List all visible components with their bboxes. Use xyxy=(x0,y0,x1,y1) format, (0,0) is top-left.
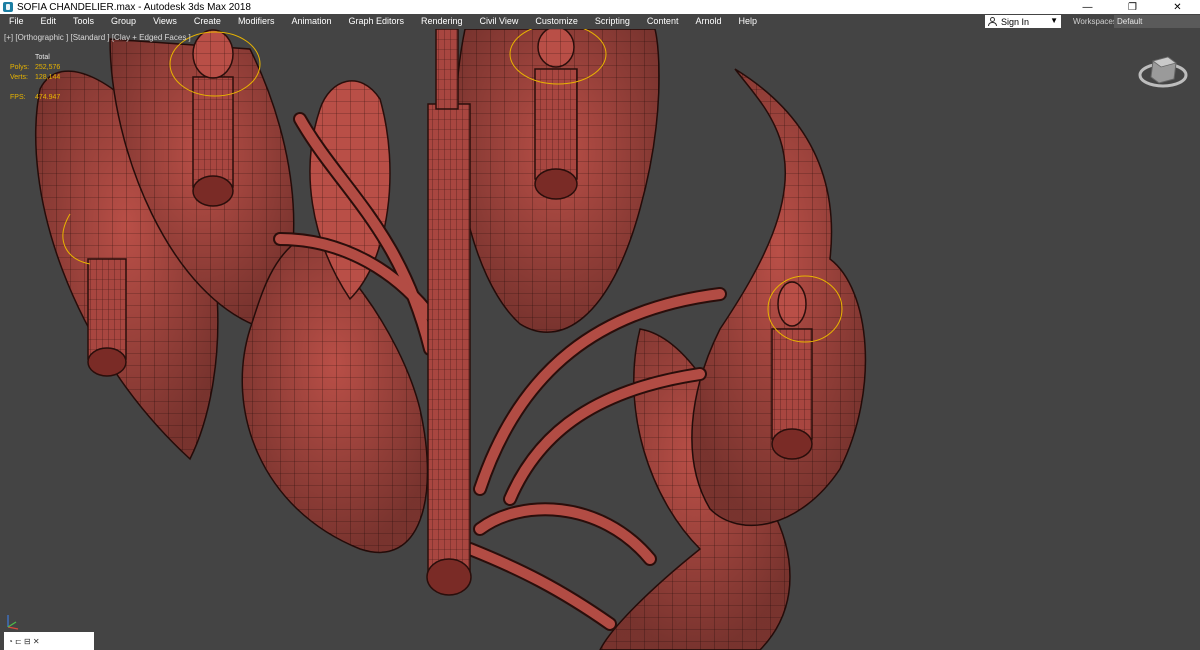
menu-civil-view[interactable]: Civil View xyxy=(471,14,527,29)
status-mini-text: ◔ ⊏ ⊟ ✕ xyxy=(8,636,40,646)
workspaces-label: Workspaces: xyxy=(1073,17,1120,26)
menu-group[interactable]: Group xyxy=(102,14,144,29)
close-button[interactable]: ✕ xyxy=(1155,0,1200,14)
menu-file[interactable]: File xyxy=(0,14,32,29)
chandelier-model xyxy=(34,29,867,650)
menu-help[interactable]: Help xyxy=(729,14,765,29)
menu-tools[interactable]: Tools xyxy=(64,14,102,29)
menu-create[interactable]: Create xyxy=(185,14,229,29)
stats-header: Total xyxy=(35,54,50,61)
polys-value: 252,576 xyxy=(35,64,61,71)
menu-edit[interactable]: Edit xyxy=(32,14,65,29)
polys-label: Polys: xyxy=(10,64,30,71)
perspective-viewport[interactable]: [+] [Orthographic ] [Standard ] [Clay + … xyxy=(0,29,1200,650)
verts-value: 128,144 xyxy=(35,74,61,81)
viewport-label-menu[interactable]: [+] [Orthographic ] [Standard ] [Clay + … xyxy=(4,33,191,42)
menu-arnold[interactable]: Arnold xyxy=(686,14,729,29)
viewcube-icon[interactable] xyxy=(1138,51,1188,89)
user-icon xyxy=(988,17,997,26)
menu-scripting[interactable]: Scripting xyxy=(586,14,638,29)
axis-tripod-icon xyxy=(7,615,19,630)
status-mini-panel[interactable]: ◔ ⊏ ⊟ ✕ xyxy=(4,632,94,650)
menu-graph-editors[interactable]: Graph Editors xyxy=(339,14,412,29)
menu-rendering[interactable]: Rendering xyxy=(412,14,471,29)
app-icon xyxy=(3,2,13,12)
fps-value: 474.947 xyxy=(35,94,61,101)
workspace-select[interactable]: Default xyxy=(1114,15,1200,28)
verts-label: Verts: xyxy=(10,74,28,81)
statistics-overlay: Total Polys: 252,576 Verts: 128,144 FPS: 47… xyxy=(10,53,60,103)
minimize-button[interactable]: — xyxy=(1065,0,1110,14)
central-stem xyxy=(426,29,472,596)
restore-button[interactable]: ❐ xyxy=(1110,0,1155,14)
title-bar: SOFIA CHANDELIER.max - Autodesk 3ds Max … xyxy=(0,0,1200,14)
chevron-down-icon: ▼ xyxy=(1050,16,1058,25)
fps-label: FPS: xyxy=(10,94,26,101)
menu-modifiers[interactable]: Modifiers xyxy=(229,14,283,29)
menu-bar: File Edit Tools Group Views Create Modif… xyxy=(0,14,1200,29)
window-controls: — ❐ ✕ xyxy=(1065,0,1200,14)
menu-views[interactable]: Views xyxy=(144,14,185,29)
menu-customize[interactable]: Customize xyxy=(526,14,586,29)
menu-animation[interactable]: Animation xyxy=(282,14,339,29)
menu-content[interactable]: Content xyxy=(638,14,687,29)
window-title: SOFIA CHANDELIER.max - Autodesk 3ds Max … xyxy=(17,1,251,13)
sign-in-label: Sign In xyxy=(1001,16,1030,27)
sign-in-button[interactable]: Sign In ▼ xyxy=(985,15,1061,28)
